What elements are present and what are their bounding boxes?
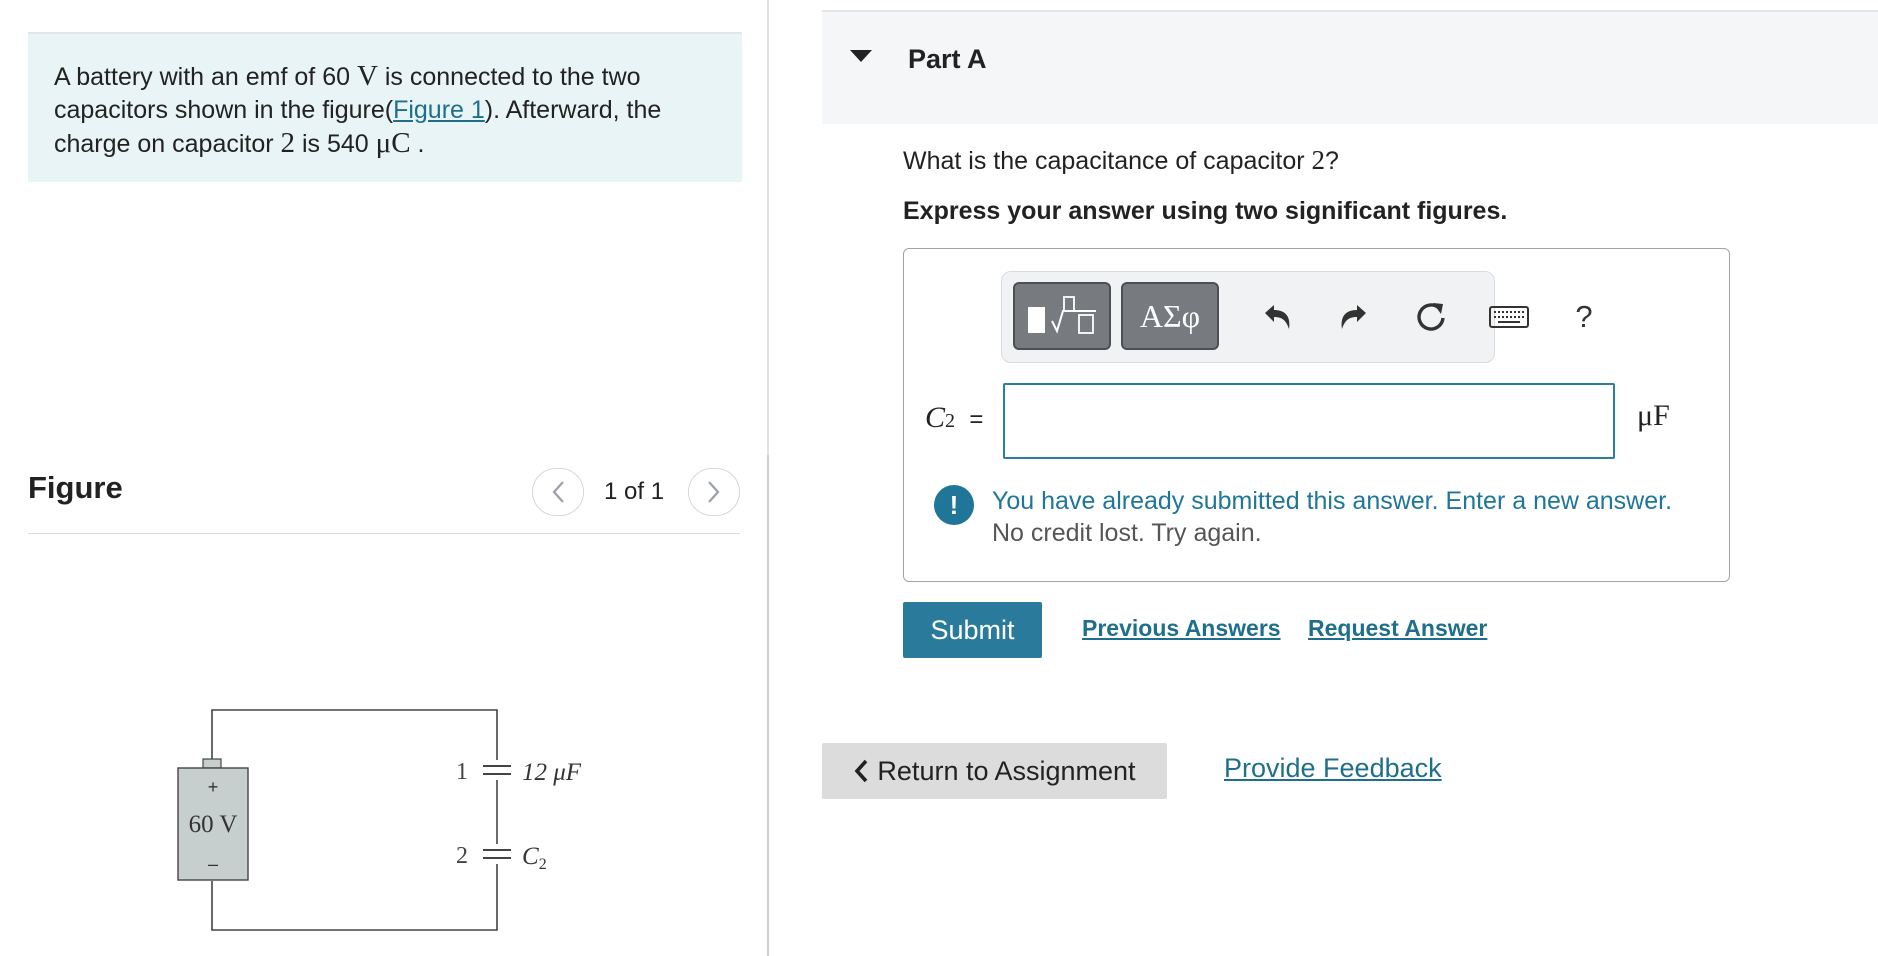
capacitor-2-symbol: C bbox=[522, 843, 539, 870]
chevron-right-icon bbox=[708, 481, 720, 503]
chevron-left-icon bbox=[552, 481, 564, 503]
part-title: Part A bbox=[908, 44, 987, 74]
capacitor-2-subscript: 2 bbox=[539, 856, 547, 873]
question-text: What is the capacitance of capacitor 2? bbox=[903, 145, 1339, 176]
capacitor-1-value: 12 μF bbox=[522, 759, 582, 786]
answer-box: ΑΣφ ? C2 = μF ! You have already submitt… bbox=[903, 248, 1730, 582]
return-to-assignment-button[interactable]: Return to Assignment bbox=[822, 743, 1167, 799]
question-number: 2 bbox=[1311, 145, 1326, 175]
greek-symbols-icon: ΑΣφ bbox=[1139, 297, 1201, 334]
alert-message: You have already submitted this answer. … bbox=[992, 487, 1673, 515]
reset-button[interactable] bbox=[1404, 290, 1458, 344]
battery-label: 60 V bbox=[189, 811, 238, 838]
redo-button[interactable] bbox=[1327, 290, 1381, 344]
undo-icon bbox=[1265, 305, 1290, 329]
help-icon: ? bbox=[1575, 299, 1593, 334]
figure-counter: 1 of 1 bbox=[604, 478, 665, 505]
capacitor-number: 2 bbox=[280, 127, 296, 159]
math-toolbar: ΑΣφ ? bbox=[1001, 271, 1593, 363]
battery-terminal bbox=[202, 758, 222, 769]
reset-icon bbox=[1417, 303, 1445, 331]
figure-divider bbox=[28, 533, 740, 534]
help-button[interactable]: ? bbox=[1557, 290, 1611, 344]
circuit-wire bbox=[211, 709, 498, 763]
templates-icon bbox=[1028, 296, 1096, 334]
problem-text: . bbox=[410, 130, 425, 158]
battery-minus: – bbox=[208, 854, 218, 874]
panel-divider-scrollbar[interactable] bbox=[767, 455, 769, 956]
battery-plus: + bbox=[208, 777, 219, 797]
emf-unit: V bbox=[356, 60, 378, 92]
greek-symbols-button[interactable]: ΑΣφ bbox=[1121, 282, 1219, 350]
submit-button[interactable]: Submit bbox=[903, 602, 1042, 658]
keyboard-icon bbox=[1489, 306, 1529, 328]
problem-statement: A battery with an emf of 60 V is connect… bbox=[28, 34, 742, 182]
capacitor-1-number: 1 bbox=[456, 759, 468, 785]
previous-answers-link[interactable]: Previous Answers bbox=[1082, 615, 1281, 642]
previous-figure-button[interactable] bbox=[532, 468, 584, 516]
answer-variable-subscript: 2 bbox=[945, 410, 956, 432]
templates-button[interactable] bbox=[1013, 282, 1111, 350]
question-prefix: What is the capacitance of capacitor bbox=[903, 147, 1312, 175]
capacitor-2-number: 2 bbox=[456, 843, 468, 869]
answer-variable-label: C2 = bbox=[925, 401, 983, 435]
left-panel: A battery with an emf of 60 V is connect… bbox=[0, 0, 768, 956]
part-header[interactable]: Part A bbox=[822, 12, 1878, 124]
answer-variable: C bbox=[925, 401, 946, 434]
capacitor-2-label: C2 bbox=[522, 843, 547, 873]
circuit-wire bbox=[211, 864, 498, 931]
charge-unit: μC bbox=[375, 127, 411, 159]
return-label: Return to Assignment bbox=[877, 755, 1136, 786]
answer-input[interactable] bbox=[1003, 383, 1615, 459]
figure-pager: 1 of 1 bbox=[532, 468, 741, 516]
next-figure-button[interactable] bbox=[688, 468, 741, 516]
collapse-caret-icon[interactable] bbox=[850, 50, 872, 62]
alert-icon: ! bbox=[934, 485, 974, 525]
keyboard-button[interactable] bbox=[1480, 290, 1538, 344]
problem-text: A battery with an emf of 60 bbox=[54, 63, 357, 91]
answer-instruction: Express your answer using two significan… bbox=[903, 197, 1508, 225]
answer-unit: μF bbox=[1637, 399, 1670, 432]
circuit-diagram: + 60 V – 1 12 μF 2 C2 bbox=[177, 709, 582, 931]
chevron-left-icon bbox=[855, 759, 868, 783]
undo-button[interactable] bbox=[1250, 290, 1304, 344]
equals-sign: = bbox=[969, 406, 984, 433]
request-answer-link[interactable]: Request Answer bbox=[1308, 615, 1487, 642]
problem-text: is 540 bbox=[295, 130, 376, 158]
question-suffix: ? bbox=[1325, 147, 1339, 175]
figure-title: Figure bbox=[28, 470, 123, 505]
alert-detail: No credit lost. Try again. bbox=[992, 519, 1262, 547]
figure-link[interactable]: Figure 1 bbox=[393, 96, 485, 124]
provide-feedback-link[interactable]: Provide Feedback bbox=[1224, 753, 1442, 784]
redo-icon bbox=[1341, 305, 1366, 329]
